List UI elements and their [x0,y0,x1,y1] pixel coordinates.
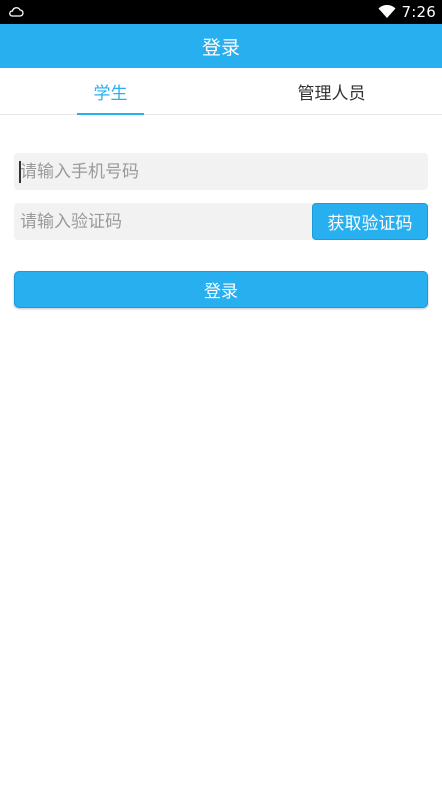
active-tab-indicator [77,113,144,115]
get-code-button[interactable]: 获取验证码 [312,203,428,240]
cloud-notification-icon [8,4,24,20]
tab-student-label: 学生 [93,83,128,104]
phone-field[interactable] [14,153,428,190]
login-button[interactable]: 登录 [14,271,428,308]
page-title: 登录 [201,36,240,59]
verification-code-input[interactable] [14,203,314,240]
status-right-group: 7:26 [378,0,436,24]
status-time: 7:26 [401,3,436,21]
app-bar: 登录 [0,24,442,68]
tab-admin[interactable]: 管理人员 [221,68,442,114]
text-cursor [19,161,21,183]
phone-input[interactable] [14,153,428,190]
tab-admin-label: 管理人员 [297,83,366,104]
verification-code-field[interactable] [14,203,314,240]
status-bar: 7:26 [0,0,442,24]
wifi-icon [378,5,396,19]
role-tabs: 学生 管理人员 [0,68,442,115]
tab-student[interactable]: 学生 [0,68,221,115]
